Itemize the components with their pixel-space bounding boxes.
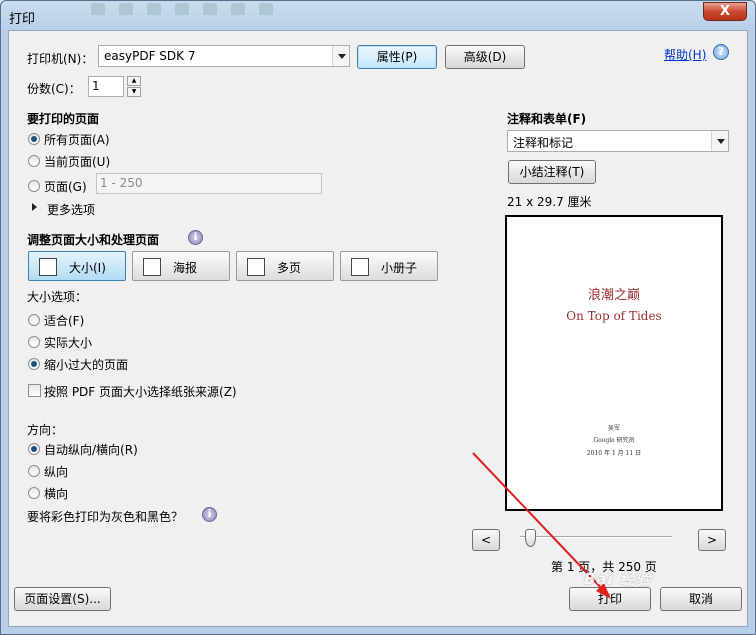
title-bar: 打印 X [1, 1, 755, 31]
more-options-link[interactable]: 更多选项 [47, 201, 95, 218]
page-preview: 浪潮之巅 On Top of Tides 吴军 Google 研究员 2010 … [505, 215, 723, 511]
tab-booklet[interactable]: 小册子 [340, 251, 438, 281]
booklet-icon [351, 258, 369, 276]
tab-poster-label: 海报 [173, 261, 198, 275]
grayscale-info-icon[interactable]: i [202, 507, 217, 522]
tab-multiple[interactable]: 多页 [236, 251, 334, 281]
watermark: Bai 经验 [584, 570, 652, 588]
help-link[interactable]: 帮助(H) [664, 46, 706, 63]
fit-radio[interactable] [28, 314, 40, 326]
tab-booklet-label: 小册子 [381, 261, 418, 275]
pages-label: 页面(G) [44, 180, 87, 194]
size-options-label: 大小选项： [27, 290, 88, 304]
portrait-label: 纵向 [44, 465, 69, 479]
size-icon [39, 258, 57, 276]
preview-title-en: On Top of Tides [566, 309, 662, 323]
chevron-down-icon [332, 46, 349, 66]
cancel-button[interactable]: 取消 [660, 587, 742, 611]
comments-select-value: 注释和标记 [513, 136, 574, 150]
landscape-radio[interactable] [28, 487, 40, 499]
shrink-radio[interactable] [28, 358, 40, 370]
actual-size-radio[interactable] [28, 336, 40, 348]
info-icon[interactable]: i [188, 230, 203, 245]
properties-button[interactable]: 属性(P) [357, 45, 437, 69]
current-page-label: 当前页面(U) [44, 155, 111, 169]
preview-author: 吴军 [607, 425, 620, 432]
fit-label: 适合(F) [44, 314, 85, 328]
pages-range-input[interactable]: 1 - 250 [96, 173, 322, 194]
copies-up-icon[interactable]: ▲ [127, 76, 141, 86]
tab-poster[interactable]: 海报 [132, 251, 230, 281]
portrait-radio[interactable] [28, 465, 40, 477]
all-pages-label: 所有页面(A) [44, 133, 110, 147]
poster-icon [143, 258, 161, 276]
page-slider-thumb[interactable] [525, 529, 536, 547]
tab-multiple-label: 多页 [277, 261, 302, 275]
copies-down-icon[interactable]: ▼ [127, 87, 141, 97]
printer-select-value: easyPDF SDK 7 [104, 49, 196, 63]
preview-title-cn: 浪潮之巅 [587, 288, 640, 303]
next-page-button[interactable]: > [698, 529, 726, 551]
preview-date: 2010 年 1 月 11 日 [586, 450, 642, 457]
multiple-pages-icon [247, 258, 265, 276]
page-slider-track[interactable] [520, 536, 672, 538]
comments-select[interactable]: 注释和标记 [507, 130, 729, 152]
expand-triangle-icon[interactable] [32, 203, 37, 211]
grayscale-label: 要将彩色打印为灰色和黑色？ [27, 510, 184, 524]
prev-page-button[interactable]: < [472, 529, 500, 551]
choose-paper-label: 按照 PDF 页面大小选择纸张来源(Z) [44, 385, 237, 399]
printer-label: 打印机(N)： [27, 52, 94, 66]
pages-heading: 要打印的页面 [27, 112, 100, 126]
preview-org: Google 研究员 [593, 437, 635, 444]
close-button[interactable]: X [703, 2, 747, 21]
chevron-down-icon [711, 131, 728, 151]
tab-size-label: 大小(I) [69, 261, 106, 275]
auto-orientation-label: 自动纵向/横向(R) [44, 443, 138, 457]
choose-paper-checkbox[interactable] [28, 384, 41, 397]
advanced-button[interactable]: 高级(D) [445, 45, 525, 69]
page-setup-button[interactable]: 页面设置(S)... [14, 587, 111, 611]
copies-label: 份数(C)： [27, 82, 81, 96]
auto-orientation-radio[interactable] [28, 443, 40, 455]
comments-heading: 注释和表单(F) [507, 112, 587, 126]
current-page-radio[interactable] [28, 155, 40, 167]
paper-size-label: 21 x 29.7 厘米 [507, 195, 592, 209]
pages-radio[interactable] [28, 180, 40, 192]
actual-size-label: 实际大小 [44, 336, 93, 350]
shrink-label: 缩小过大的页面 [44, 358, 129, 372]
background-toolbar [91, 3, 391, 19]
summarize-comments-button[interactable]: 小结注释(T) [508, 160, 596, 184]
print-button[interactable]: 打印 [569, 587, 651, 611]
help-icon[interactable]: ? [713, 44, 729, 60]
printer-select[interactable]: easyPDF SDK 7 [98, 45, 350, 67]
window-title: 打印 [9, 12, 36, 27]
tab-size[interactable]: 大小(I) [28, 251, 126, 281]
copies-input[interactable]: 1 [88, 76, 124, 97]
all-pages-radio[interactable] [28, 133, 40, 145]
page-handling-heading: 调整页面大小和处理页面 [27, 233, 160, 247]
landscape-label: 横向 [44, 487, 69, 501]
orientation-label: 方向： [27, 423, 64, 437]
